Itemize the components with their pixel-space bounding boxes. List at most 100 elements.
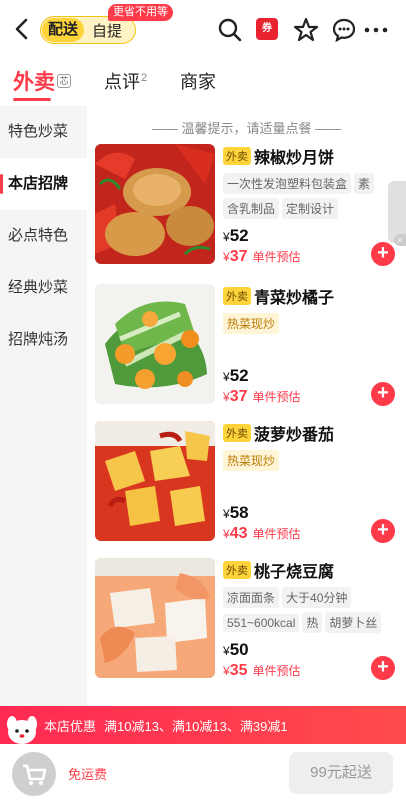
tab-underline xyxy=(13,98,51,101)
dish-attr: 热 xyxy=(302,612,323,633)
dish-price: ¥58 xyxy=(223,503,249,523)
discount-label: 单件预估 xyxy=(252,390,301,404)
add-icon[interactable]: + xyxy=(371,656,395,680)
tab-takeout[interactable]: 外卖 xyxy=(13,66,55,96)
takeout-tag: 外卖 xyxy=(223,424,251,442)
dish-name: 青菜炒橘子 xyxy=(254,290,335,307)
dish-attr: 热菜现炒 xyxy=(223,450,280,471)
mode-delivery[interactable]: 配送 xyxy=(42,18,85,42)
discount-value: 35 xyxy=(229,662,248,679)
dish-image[interactable] xyxy=(95,558,215,678)
free-shipping-label: 免运费 xyxy=(68,767,108,782)
dish-item[interactable]: 外卖 桃子烧豆腐 凉面面条 大于40分钟 551~600kcal 热胡萝卜丝 ¥50 … xyxy=(95,558,401,682)
close-icon[interactable]: × xyxy=(394,234,406,246)
price-value: 58 xyxy=(229,503,249,522)
category-sidebar: 特色炒菜 本店招牌 必点特色 经典炒菜 招牌炖汤 xyxy=(0,106,87,706)
mode-pickup[interactable]: 自提 xyxy=(92,20,122,41)
currency-symbol: ¥ xyxy=(223,664,230,678)
dish-attr: 定制设计 xyxy=(282,198,339,219)
discount-label: 单件预估 xyxy=(252,527,301,541)
dish-attr: 素 xyxy=(354,173,375,194)
cart-icon xyxy=(22,764,47,785)
dish-attr: 一次性发泡塑料包装盒 xyxy=(223,173,352,194)
dish-attr: 凉面面条 xyxy=(223,587,280,608)
price-value: 52 xyxy=(229,366,249,385)
promo-text: 本店优惠 满10减13、满10减13、满39减1 xyxy=(44,716,288,735)
dish-price: ¥52 xyxy=(223,226,249,246)
mascot-icon xyxy=(0,706,44,744)
promo-offers: 满10减13、满10减13、满39减1 xyxy=(104,718,288,734)
tab-reviews-count: 2 xyxy=(141,72,148,84)
dish-name: 辣椒炒月饼 xyxy=(254,150,335,167)
takeout-tag: 外卖 xyxy=(223,287,251,305)
store-promo-bar[interactable]: 本店优惠 满10减13、满10减13、满39减1 xyxy=(0,706,406,744)
sidebar-item-featured-stirfry[interactable]: 特色炒菜 xyxy=(0,106,87,158)
top-bar: 配送 自提 更省不用等 券 xyxy=(0,0,406,62)
discount-price: ¥43 单件预估 xyxy=(223,525,301,543)
price-value: 50 xyxy=(229,640,249,659)
star-icon[interactable] xyxy=(292,16,320,44)
currency-symbol: ¥ xyxy=(223,390,230,404)
dish-price: ¥50 xyxy=(223,640,249,660)
currency-symbol: ¥ xyxy=(223,527,230,541)
dish-attr: 热菜现炒 xyxy=(223,313,280,334)
dish-item[interactable]: 外卖 菠萝炒番茄 热菜现炒 ¥58 ¥43 单件预估 + xyxy=(95,421,401,545)
pickup-promo-badge: 更省不用等 xyxy=(108,4,173,21)
cart-bar: 免运费 99元起送 xyxy=(0,744,406,800)
dish-attr: 胡萝卜丝 xyxy=(325,612,382,633)
dish-price: ¥52 xyxy=(223,366,249,386)
dish-image[interactable] xyxy=(95,144,215,264)
dish-item[interactable]: 外卖 辣椒炒月饼 一次性发泡塑料包装盒素 含乳制品 定制设计 ¥52 ¥37 单件预估… xyxy=(95,144,401,268)
sort-icon[interactable]: 芯 xyxy=(57,74,71,88)
coupon-icon[interactable]: 券 xyxy=(256,18,278,40)
takeout-tag: 外卖 xyxy=(223,561,251,579)
discount-price: ¥35 单件预估 xyxy=(223,662,301,680)
dish-info: 外卖 菠萝炒番茄 热菜现炒 ¥58 ¥43 单件预估 xyxy=(223,421,393,545)
sidebar-item-signature[interactable]: 本店招牌 xyxy=(0,158,87,210)
dish-name: 桃子烧豆腐 xyxy=(254,564,335,581)
back-icon[interactable] xyxy=(10,16,36,42)
discount-value: 37 xyxy=(229,388,248,405)
discount-value: 37 xyxy=(229,248,248,265)
currency-symbol: ¥ xyxy=(223,250,230,264)
takeout-tag: 外卖 xyxy=(223,147,251,165)
promo-label: 本店优惠 xyxy=(44,718,97,734)
currency-symbol: ¥ xyxy=(223,230,230,244)
add-icon[interactable]: + xyxy=(371,242,395,266)
search-icon[interactable] xyxy=(216,16,244,44)
dish-name: 菠萝炒番茄 xyxy=(254,427,335,444)
tab-reviews[interactable]: 点评2 xyxy=(104,68,147,94)
sidebar-item-classic-stirfry[interactable]: 经典炒菜 xyxy=(0,262,87,314)
sidebar-item-must-order[interactable]: 必点特色 xyxy=(0,210,87,262)
dish-attr: 551~600kcal xyxy=(223,614,300,632)
dish-info: 外卖 桃子烧豆腐 凉面面条 大于40分钟 551~600kcal 热胡萝卜丝 ¥50 … xyxy=(223,558,393,682)
dish-image[interactable] xyxy=(95,284,215,404)
currency-symbol: ¥ xyxy=(223,644,230,658)
dish-info: 外卖 青菜炒橘子 热菜现炒 ¥52 ¥37 单件预估 xyxy=(223,284,393,408)
dish-attr: 大于40分钟 xyxy=(282,587,352,608)
chat-icon[interactable] xyxy=(330,16,358,44)
more-icon[interactable] xyxy=(362,16,390,44)
currency-symbol: ¥ xyxy=(223,507,230,521)
discount-label: 单件预估 xyxy=(252,664,301,678)
dish-list: —— 温馨提示，请适量点餐 —— 外卖 辣椒炒月饼 一次性发泡塑料包装盒素 含乳制… xyxy=(87,106,406,706)
dish-attr: 含乳制品 xyxy=(223,198,280,219)
tab-merchant[interactable]: 商家 xyxy=(180,68,216,94)
checkout-button[interactable]: 99元起送 xyxy=(289,752,393,794)
currency-symbol: ¥ xyxy=(223,370,230,384)
discount-label: 单件预估 xyxy=(252,250,301,264)
discount-value: 43 xyxy=(229,525,248,542)
store-tabs: 外卖 芯 点评2 商家 xyxy=(0,66,406,104)
add-icon[interactable]: + xyxy=(371,519,395,543)
price-value: 52 xyxy=(229,226,249,245)
add-icon[interactable]: + xyxy=(371,382,395,406)
sidebar-item-soup[interactable]: 招牌炖汤 xyxy=(0,314,87,366)
order-hint: —— 温馨提示，请适量点餐 —— xyxy=(151,121,342,136)
discount-price: ¥37 单件预估 xyxy=(223,388,301,406)
dish-info: 外卖 辣椒炒月饼 一次性发泡塑料包装盒素 含乳制品 定制设计 ¥52 ¥37 单件预估 xyxy=(223,144,393,268)
tab-reviews-label: 点评 xyxy=(104,72,140,92)
discount-price: ¥37 单件预估 xyxy=(223,248,301,266)
dish-item[interactable]: 外卖 青菜炒橘子 热菜现炒 ¥52 ¥37 单件预估 + xyxy=(95,284,401,408)
cart-button[interactable] xyxy=(12,752,56,796)
dish-image[interactable] xyxy=(95,421,215,541)
